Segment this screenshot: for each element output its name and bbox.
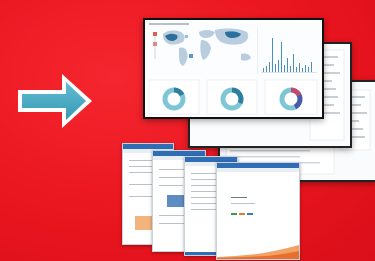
report-document-4 xyxy=(216,162,300,260)
right-arrow-icon xyxy=(18,74,92,128)
area-chart xyxy=(217,245,299,259)
dashboard-content xyxy=(145,20,322,117)
banner-background xyxy=(0,0,375,261)
dashboard-screenshot-front xyxy=(143,18,324,119)
